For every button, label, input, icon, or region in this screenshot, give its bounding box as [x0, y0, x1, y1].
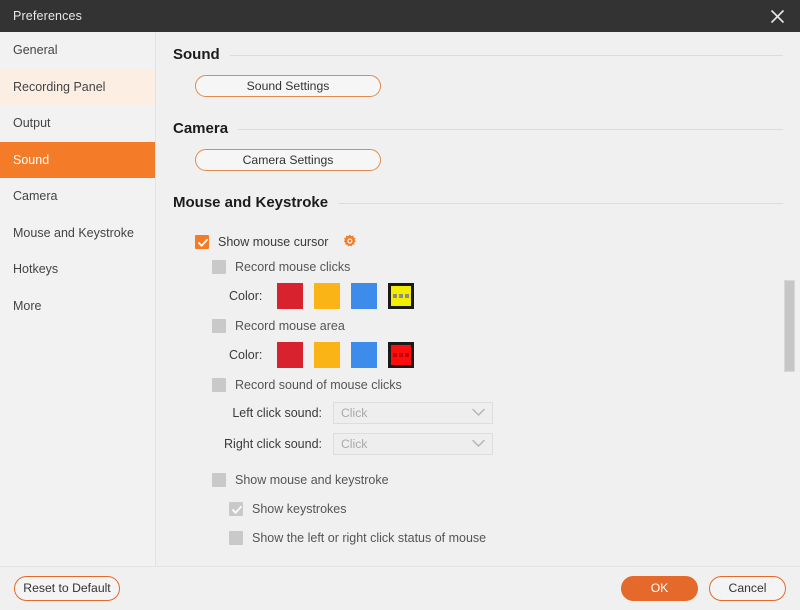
- sidebar-item-label: Output: [13, 116, 51, 130]
- spacer: [173, 459, 800, 467]
- preferences-window: Preferences General Recording Panel Outp…: [0, 0, 800, 610]
- window-body: General Recording Panel Output Sound Cam…: [0, 32, 800, 566]
- show-click-status-label: Show the left or right click status of m…: [252, 531, 486, 545]
- record-mouse-area-row: Record mouse area: [173, 313, 800, 338]
- record-mouse-clicks-row: Record mouse clicks: [173, 254, 800, 279]
- show-mouse-and-keystroke-label: Show mouse and keystroke: [235, 473, 389, 487]
- settings-content: Sound Sound Settings Camera Camera Setti…: [156, 32, 800, 566]
- right-click-sound-dropdown[interactable]: Click: [333, 433, 493, 455]
- left-click-sound-dropdown[interactable]: Click: [333, 402, 493, 424]
- ok-button[interactable]: OK: [621, 576, 698, 601]
- show-mouse-and-keystroke-checkbox[interactable]: [212, 473, 226, 487]
- sidebar-item-sound[interactable]: Sound: [0, 142, 155, 179]
- left-click-sound-row: Left click sound: Click: [173, 397, 800, 428]
- color-swatch-orange[interactable]: [314, 342, 340, 368]
- left-click-sound-value: Click: [341, 406, 367, 420]
- sidebar-item-mouse-and-keystroke[interactable]: Mouse and Keystroke: [0, 215, 155, 252]
- content-scrollbar[interactable]: [783, 32, 796, 566]
- sidebar: General Recording Panel Output Sound Cam…: [0, 32, 156, 566]
- camera-section-header: Camera: [173, 120, 800, 137]
- show-keystrokes-label: Show keystrokes: [252, 502, 346, 516]
- record-mouse-clicks-label: Record mouse clicks: [235, 260, 350, 274]
- record-mouse-clicks-color-row: Color:: [173, 279, 800, 313]
- sidebar-item-label: Camera: [13, 189, 57, 203]
- show-mouse-cursor-row: Show mouse cursor: [173, 229, 800, 254]
- mouse-keystroke-section-title: Mouse and Keystroke: [173, 194, 328, 211]
- close-icon: [770, 9, 785, 24]
- reset-to-default-button[interactable]: Reset to Default: [14, 576, 120, 601]
- sidebar-item-label: Hotkeys: [13, 262, 58, 276]
- cancel-button[interactable]: Cancel: [709, 576, 786, 601]
- record-sound-of-mouse-clicks-label: Record sound of mouse clicks: [235, 378, 402, 392]
- sound-section-title: Sound: [173, 46, 220, 63]
- scrollbar-thumb[interactable]: [784, 280, 795, 372]
- show-mouse-cursor-label: Show mouse cursor: [218, 235, 328, 249]
- section-divider: [230, 55, 783, 56]
- sidebar-item-label: Recording Panel: [13, 80, 105, 94]
- mouse-keystroke-section-header: Mouse and Keystroke: [173, 194, 800, 211]
- sidebar-item-output[interactable]: Output: [0, 105, 155, 142]
- section-divider: [238, 129, 783, 130]
- close-button[interactable]: [754, 0, 800, 32]
- title-bar: Preferences: [0, 0, 800, 32]
- sidebar-item-label: More: [13, 299, 41, 313]
- more-dots-icon: [391, 345, 411, 365]
- record-mouse-clicks-checkbox[interactable]: [212, 260, 226, 274]
- record-mouse-area-label: Record mouse area: [235, 319, 345, 333]
- sidebar-item-label: General: [13, 43, 57, 57]
- sound-settings-button[interactable]: Sound Settings: [195, 75, 381, 97]
- record-mouse-area-color-row: Color:: [173, 338, 800, 372]
- record-sound-of-mouse-clicks-row: Record sound of mouse clicks: [173, 372, 800, 397]
- color-label: Color:: [229, 289, 262, 303]
- right-click-sound-row: Right click sound: Click: [173, 428, 800, 459]
- left-click-sound-label: Left click sound:: [212, 406, 322, 420]
- chevron-down-icon: [472, 406, 485, 420]
- record-sound-of-mouse-clicks-checkbox[interactable]: [212, 378, 226, 392]
- color-swatch-yellow-selected[interactable]: [388, 283, 414, 309]
- color-swatch-orange[interactable]: [314, 283, 340, 309]
- show-keystrokes-checkbox[interactable]: [229, 502, 243, 516]
- more-dots-icon: [391, 286, 411, 306]
- section-divider: [338, 203, 783, 204]
- sidebar-item-recording-panel[interactable]: Recording Panel: [0, 69, 155, 106]
- sidebar-item-camera[interactable]: Camera: [0, 178, 155, 215]
- record-mouse-area-checkbox[interactable]: [212, 319, 226, 333]
- sidebar-item-general[interactable]: General: [0, 32, 155, 69]
- gear-icon[interactable]: [342, 234, 358, 250]
- color-swatch-red[interactable]: [277, 342, 303, 368]
- show-keystrokes-row: Show keystrokes: [173, 496, 800, 521]
- color-swatch-group: [277, 342, 414, 368]
- footer-actions: OK Cancel: [621, 576, 786, 601]
- chevron-down-icon: [472, 437, 485, 451]
- show-mouse-and-keystroke-row: Show mouse and keystroke: [173, 467, 800, 492]
- camera-settings-button[interactable]: Camera Settings: [195, 149, 381, 171]
- sidebar-item-more[interactable]: More: [0, 288, 155, 325]
- spacer: [173, 171, 800, 194]
- sound-section-header: Sound: [173, 46, 800, 63]
- color-label: Color:: [229, 348, 262, 362]
- show-click-status-row: Show the left or right click status of m…: [173, 525, 800, 550]
- color-swatch-bright-red-selected[interactable]: [388, 342, 414, 368]
- check-icon: [197, 237, 209, 249]
- color-swatch-red[interactable]: [277, 283, 303, 309]
- show-click-status-checkbox[interactable]: [229, 531, 243, 545]
- color-swatch-blue[interactable]: [351, 342, 377, 368]
- sidebar-item-label: Mouse and Keystroke: [13, 226, 134, 240]
- window-title: Preferences: [13, 9, 82, 23]
- dialog-footer: Reset to Default OK Cancel: [0, 566, 800, 610]
- spacer: [173, 97, 800, 120]
- color-swatch-group: [277, 283, 414, 309]
- camera-section-title: Camera: [173, 120, 228, 137]
- right-click-sound-label: Right click sound:: [212, 437, 322, 451]
- sidebar-item-label: Sound: [13, 153, 49, 167]
- sidebar-item-hotkeys[interactable]: Hotkeys: [0, 251, 155, 288]
- show-mouse-cursor-checkbox[interactable]: [195, 235, 209, 249]
- spacer: [173, 213, 800, 229]
- right-click-sound-value: Click: [341, 437, 367, 451]
- check-icon: [231, 504, 243, 516]
- color-swatch-blue[interactable]: [351, 283, 377, 309]
